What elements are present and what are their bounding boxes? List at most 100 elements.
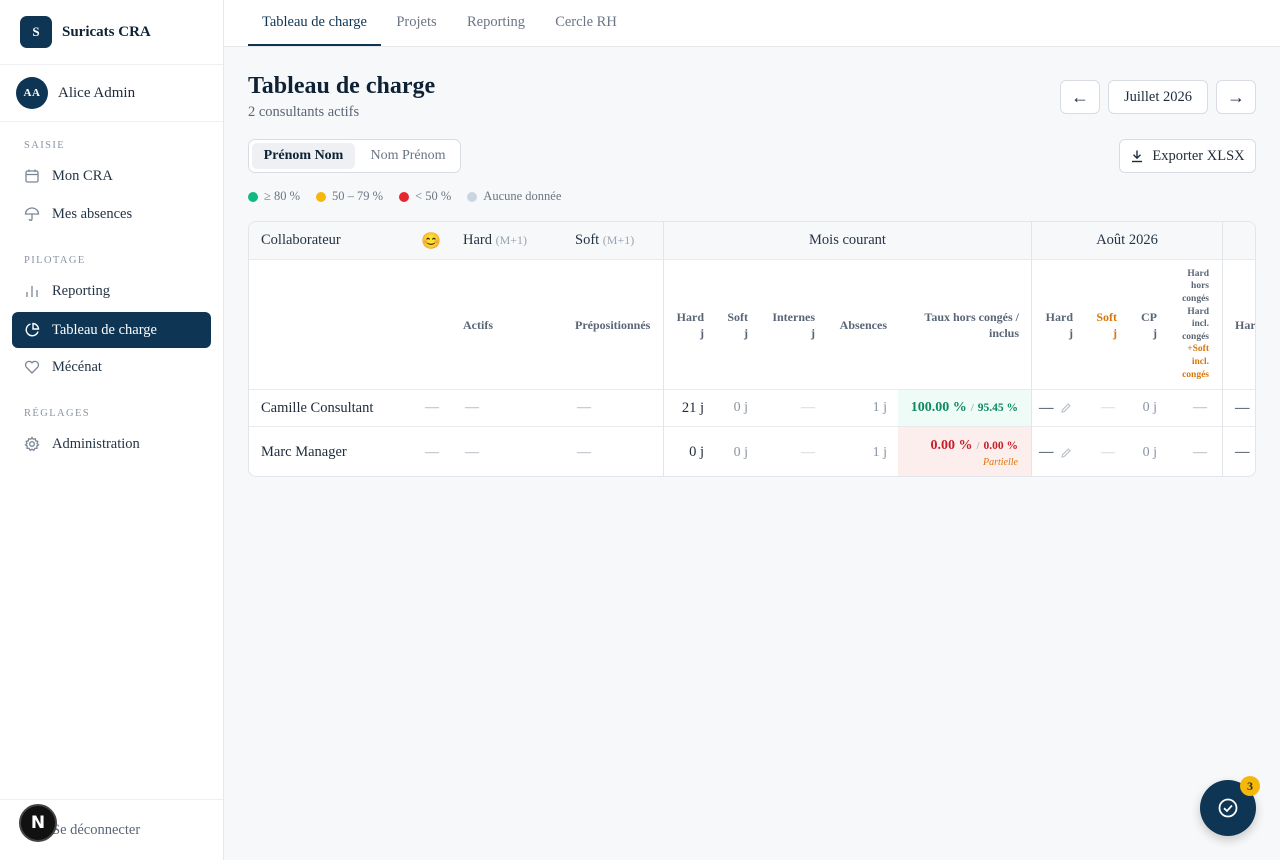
sidebar-item-mecenat[interactable]: Mécénat (12, 349, 211, 385)
sidebar-item-reporting[interactable]: Reporting (12, 273, 211, 309)
brand[interactable]: S Suricats CRA (0, 0, 223, 65)
legend-item-none: Aucune donnée (467, 189, 561, 204)
sub-internes-j: Internes j (754, 260, 815, 389)
taux-main: 100.00 % (910, 400, 967, 415)
sub-label: incl. (1191, 319, 1209, 330)
col-soft[interactable]: Soft (M+1) (575, 222, 634, 259)
sidebar-item-label: Mes absences (52, 205, 133, 222)
user-name: Alice Admin (58, 84, 136, 101)
tab-cercle-rh[interactable]: Cercle RH (548, 0, 624, 46)
taux-incl: 95.45 % (977, 402, 1018, 414)
col-hard-label: Hard (463, 232, 492, 248)
sub-label: Hard (1187, 268, 1209, 279)
taux-sep: / (976, 439, 980, 452)
sub-hard-j: Hard j (664, 260, 704, 389)
divider (1031, 222, 1032, 476)
col-hard[interactable]: Hard (M+1) (463, 222, 527, 259)
row-cut: — (1235, 399, 1250, 416)
sub-unit: j (1153, 325, 1157, 340)
sidebar-item-tableau-de-charge[interactable]: Tableau de charge (12, 312, 211, 348)
user-info[interactable]: AA Alice Admin (0, 65, 223, 122)
notification-badge: 3 (1240, 776, 1260, 796)
sidebar-item-mon-cra[interactable]: Mon CRA (12, 158, 211, 194)
sub-aout-cp: CP j (1123, 260, 1157, 389)
pencil-icon[interactable] (1060, 402, 1072, 414)
row-aout-hard-value: — (1039, 399, 1054, 416)
tab-reporting[interactable]: Reporting (460, 0, 532, 46)
sub-absences: Absences (839, 317, 887, 332)
sidebar-item-label: Mon CRA (52, 167, 113, 184)
brand-logo: S (20, 16, 52, 48)
gray-dot-icon (467, 191, 478, 202)
divider (1222, 222, 1223, 476)
row-soft: 0 j (733, 444, 748, 460)
pencil-icon[interactable] (1060, 447, 1072, 459)
row-hard: 0 j (689, 444, 704, 460)
nav-section-pilotage: PILOTAGE (24, 255, 86, 266)
tab-tableau-de-charge[interactable]: Tableau de charge (248, 0, 381, 46)
row-aout-cp: 0 j (1142, 400, 1157, 415)
bar-chart-icon (24, 283, 40, 299)
sub-unit: j (1069, 325, 1073, 340)
check-circle-icon (1217, 797, 1239, 819)
avatar: AA (16, 77, 48, 109)
gear-icon (24, 436, 40, 452)
row-aout-ratio: — (1193, 444, 1207, 460)
page-title: Tableau de charge (248, 73, 436, 99)
n-badge-icon[interactable]: N (19, 804, 57, 842)
calendar-icon (24, 168, 40, 184)
sub-unit: j (1113, 325, 1117, 340)
taux-sep: / (970, 402, 974, 414)
row-emoji: — (425, 444, 439, 460)
sidebar-item-mes-absences[interactable]: Mes absences (12, 196, 211, 232)
sub-label: inclus (988, 325, 1019, 340)
brand-name: Suricats CRA (62, 23, 151, 40)
row-absences: 1 j (872, 400, 887, 415)
sub-unit: j (811, 325, 815, 340)
legend-item-mid: 50 – 79 % (316, 189, 383, 204)
umbrella-icon (24, 206, 40, 222)
sub-label: congés (1182, 294, 1209, 305)
taux-note: Partielle (983, 456, 1018, 468)
sub-label: Hard (1045, 309, 1073, 324)
col-next-month: Août 2026 (1096, 232, 1158, 248)
row-name[interactable]: Camille Consultant (261, 390, 373, 426)
prev-month-button[interactable]: ← (1060, 80, 1100, 114)
toggle-prenom-nom[interactable]: Prénom Nom (252, 143, 355, 169)
page-subtitle: 2 consultants actifs (248, 104, 360, 120)
sidebar-item-administration[interactable]: Administration (12, 426, 211, 462)
export-xlsx-button[interactable]: Exporter XLSX (1119, 139, 1256, 173)
sidebar: S Suricats CRA AA Alice Admin SAISIE Mon… (0, 0, 224, 860)
row-actifs: — (465, 444, 479, 460)
export-label: Exporter XLSX (1152, 147, 1245, 164)
sub-aout-hard: Hard j (1033, 260, 1073, 389)
sub-aout-soft: Soft j (1079, 260, 1117, 389)
sub-label: +Soft (1187, 344, 1209, 355)
row-name[interactable]: Marc Manager (261, 427, 347, 476)
tab-projets[interactable]: Projets (389, 0, 444, 46)
yellow-dot-icon (316, 191, 327, 202)
col-soft-sub: (M+1) (602, 233, 635, 247)
legend-item-high: ≥ 80 % (248, 189, 300, 204)
row-aout-hard: — (1039, 390, 1072, 426)
row-aout-cp: 0 j (1142, 444, 1157, 460)
row-taux: 0.00 % / 0.00 % Partielle (898, 427, 1031, 476)
row-aout-hard: — (1039, 427, 1072, 476)
legend-label: < 50 % (415, 189, 452, 203)
sub-prepositionnes: Prépositionnés (575, 317, 651, 332)
sub-label: Internes (772, 309, 815, 324)
next-month-button[interactable]: → (1216, 80, 1256, 114)
charge-table: Collaborateur 😊 Hard (M+1) Soft (M+1) Mo… (248, 221, 1256, 477)
toggle-nom-prenom[interactable]: Nom Prénom (357, 143, 459, 169)
smiley-icon: 😊 (421, 232, 441, 250)
top-tabs: Tableau de charge Projets Reporting Cerc… (224, 0, 1280, 47)
sidebar-item-label: Mécénat (52, 358, 102, 375)
legend-label: 50 – 79 % (332, 189, 384, 203)
sub-unit: j (700, 325, 704, 340)
col-collaborateur[interactable]: Collaborateur (261, 222, 341, 259)
month-picker[interactable]: Juillet 2026 (1108, 80, 1208, 114)
download-icon (1130, 149, 1144, 163)
row-cut: — (1235, 444, 1250, 460)
col-mois-courant: Mois courant (809, 232, 886, 248)
row-aout-ratio: — (1193, 400, 1207, 415)
